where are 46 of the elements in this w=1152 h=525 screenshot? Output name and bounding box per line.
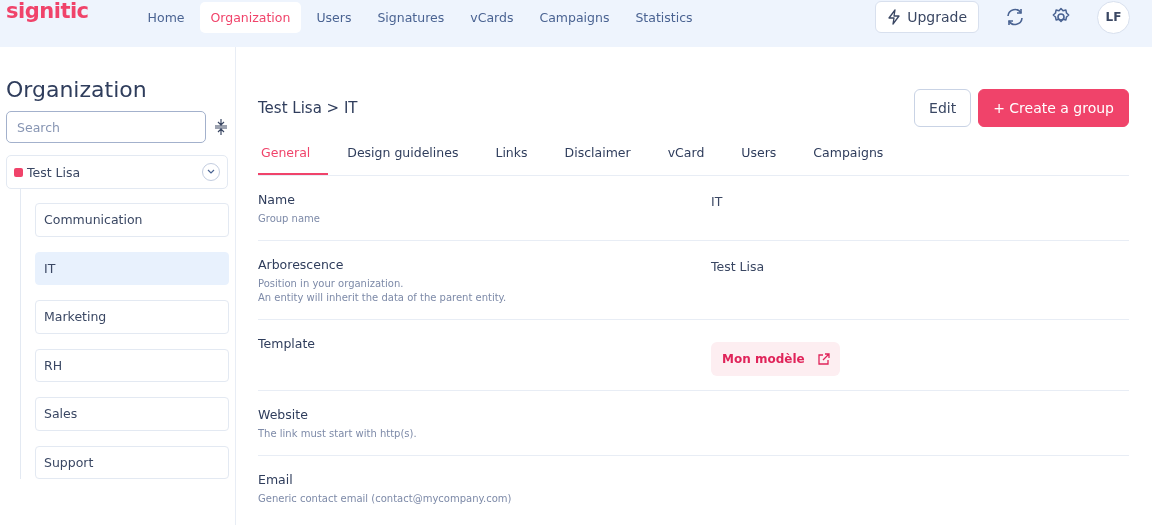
field-value: IT — [711, 193, 723, 211]
nav-tab[interactable]: vCards — [459, 1, 525, 33]
tab[interactable]: Disclaimer — [561, 139, 649, 175]
edit-button[interactable]: Edit — [914, 89, 972, 127]
field-hint: Position in your organization. — [258, 277, 405, 291]
field-hint: An entity will inherit the data of the parent entity. — [258, 291, 508, 305]
field-hint: Generic contact email (contact@mycompany.com) — [258, 492, 513, 506]
tree-item[interactable]: Support — [35, 445, 229, 479]
field-label: Template — [258, 336, 317, 351]
tree-item[interactable]: Sales — [35, 397, 229, 431]
external-link-icon — [816, 352, 830, 366]
tab[interactable]: General — [258, 139, 329, 175]
breadcrumb: Test Lisa > IT — [258, 99, 358, 117]
field-label: Email — [258, 472, 294, 487]
nav-tab[interactable]: Home — [136, 1, 196, 33]
refresh-icon[interactable] — [1005, 8, 1025, 26]
field-label: Name — [258, 192, 296, 207]
nav-tab[interactable]: Users — [305, 1, 363, 33]
nav-tab[interactable]: Campaigns — [528, 1, 621, 33]
user-avatar[interactable]: LF — [1097, 0, 1130, 34]
field-hint: Group name — [258, 212, 321, 226]
tab[interactable]: Design guidelines — [344, 139, 477, 175]
tab[interactable]: vCard — [664, 139, 723, 175]
search-field[interactable]: Search — [6, 111, 206, 143]
tab[interactable]: Links — [492, 139, 546, 175]
field-label: Arborescence — [258, 257, 345, 272]
create-button[interactable]: + Create a group — [978, 89, 1129, 127]
tab[interactable]: Campaigns — [810, 139, 902, 175]
template-link-button[interactable]: Mon modèle — [711, 342, 840, 376]
nav-tab[interactable]: Statistics — [624, 1, 704, 33]
tree-item[interactable]: Communication — [35, 203, 229, 237]
collapse-icon[interactable] — [214, 118, 228, 136]
lightning-icon — [887, 9, 902, 25]
upgrade-button[interactable]: Upgrade — [875, 1, 979, 33]
tree-item[interactable]: IT — [35, 251, 229, 285]
sidebar-title: Organization — [6, 77, 148, 102]
nav-tab[interactable]: Organization — [199, 1, 302, 33]
tree-item[interactable]: Test Lisa — [6, 155, 228, 189]
field-value: Test Lisa — [711, 258, 765, 276]
nav-tab[interactable]: Signatures — [366, 1, 456, 33]
logo: signitic — [6, 0, 89, 23]
tab[interactable]: Users — [738, 139, 795, 175]
tree-item[interactable]: RH — [35, 348, 229, 382]
tree-item[interactable]: Marketing — [35, 300, 229, 334]
field-label: Website — [258, 407, 309, 422]
field-hint: The link must start with http(s). — [258, 427, 418, 441]
